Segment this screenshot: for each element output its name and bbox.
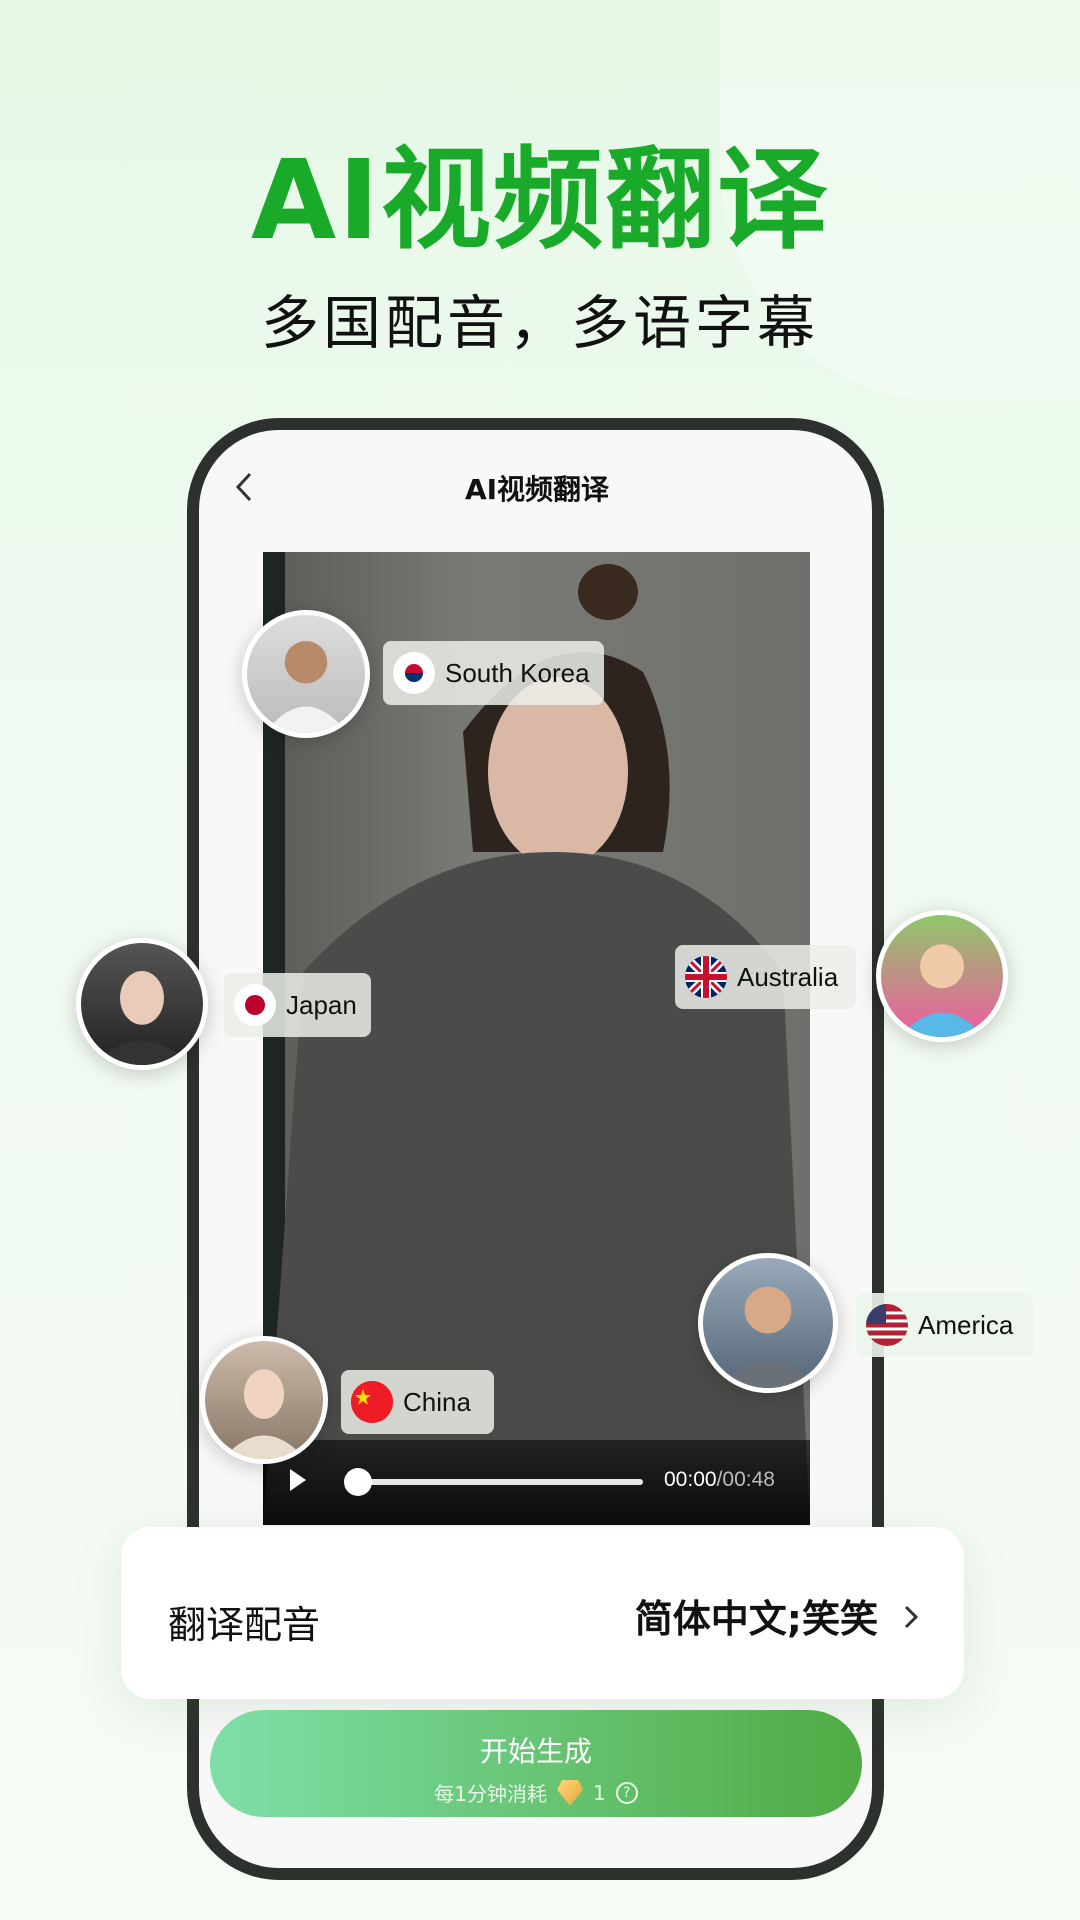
slider-thumb[interactable] — [344, 1468, 372, 1496]
country-label: America — [918, 1309, 1014, 1340]
dub-value[interactable]: 简体中文;笑笑 — [635, 1588, 878, 1643]
avatar-china — [200, 1336, 328, 1464]
country-label: Australia — [737, 961, 839, 992]
total-time: /00:48 — [716, 1468, 775, 1491]
cost-info: 每1分钟消耗 1? — [210, 1778, 862, 1807]
progress-slider[interactable] — [357, 1479, 643, 1485]
generate-label: 开始生成 — [479, 1735, 592, 1768]
tag-south-korea: South Korea — [383, 641, 604, 705]
country-label: South Korea — [445, 657, 590, 688]
time-readout: 00:00/00:48 — [664, 1468, 775, 1492]
cost-text: 每1分钟消耗 — [434, 1782, 547, 1806]
diamond-icon — [557, 1779, 583, 1806]
tag-china: China — [341, 1370, 494, 1434]
avatar-south-korea — [242, 610, 370, 738]
tag-australia: Australia — [675, 945, 856, 1009]
hero-title: AI视频翻译 — [250, 136, 830, 264]
hero-subtitle: 多国配音，多语字幕 — [260, 289, 819, 357]
tag-america: America — [856, 1293, 1033, 1357]
avatar-australia — [876, 910, 1008, 1042]
start-generate-button[interactable]: 开始生成 每1分钟消耗 1? — [210, 1710, 862, 1817]
cost-value: 1 — [593, 1780, 606, 1805]
play-icon[interactable] — [290, 1469, 306, 1491]
chevron-right-icon[interactable] — [902, 1604, 920, 1630]
country-label: Japan — [286, 989, 357, 1020]
flag-japan-icon — [234, 984, 276, 1026]
avatar-america — [698, 1253, 838, 1393]
tag-japan: Japan — [224, 973, 371, 1037]
current-time: 00:00 — [664, 1468, 717, 1491]
country-label: China — [403, 1386, 471, 1417]
flag-south-korea-icon — [393, 652, 435, 694]
help-icon[interactable]: ? — [615, 1781, 638, 1804]
screen-title: AI视频翻译 — [464, 473, 610, 506]
chevron-left-icon[interactable] — [230, 470, 260, 504]
flag-australia-icon — [685, 956, 727, 998]
dub-label: 翻译配音 — [168, 1603, 321, 1647]
flag-usa-icon — [866, 1304, 908, 1346]
avatar-japan — [76, 938, 208, 1070]
flag-china-icon — [351, 1381, 393, 1423]
